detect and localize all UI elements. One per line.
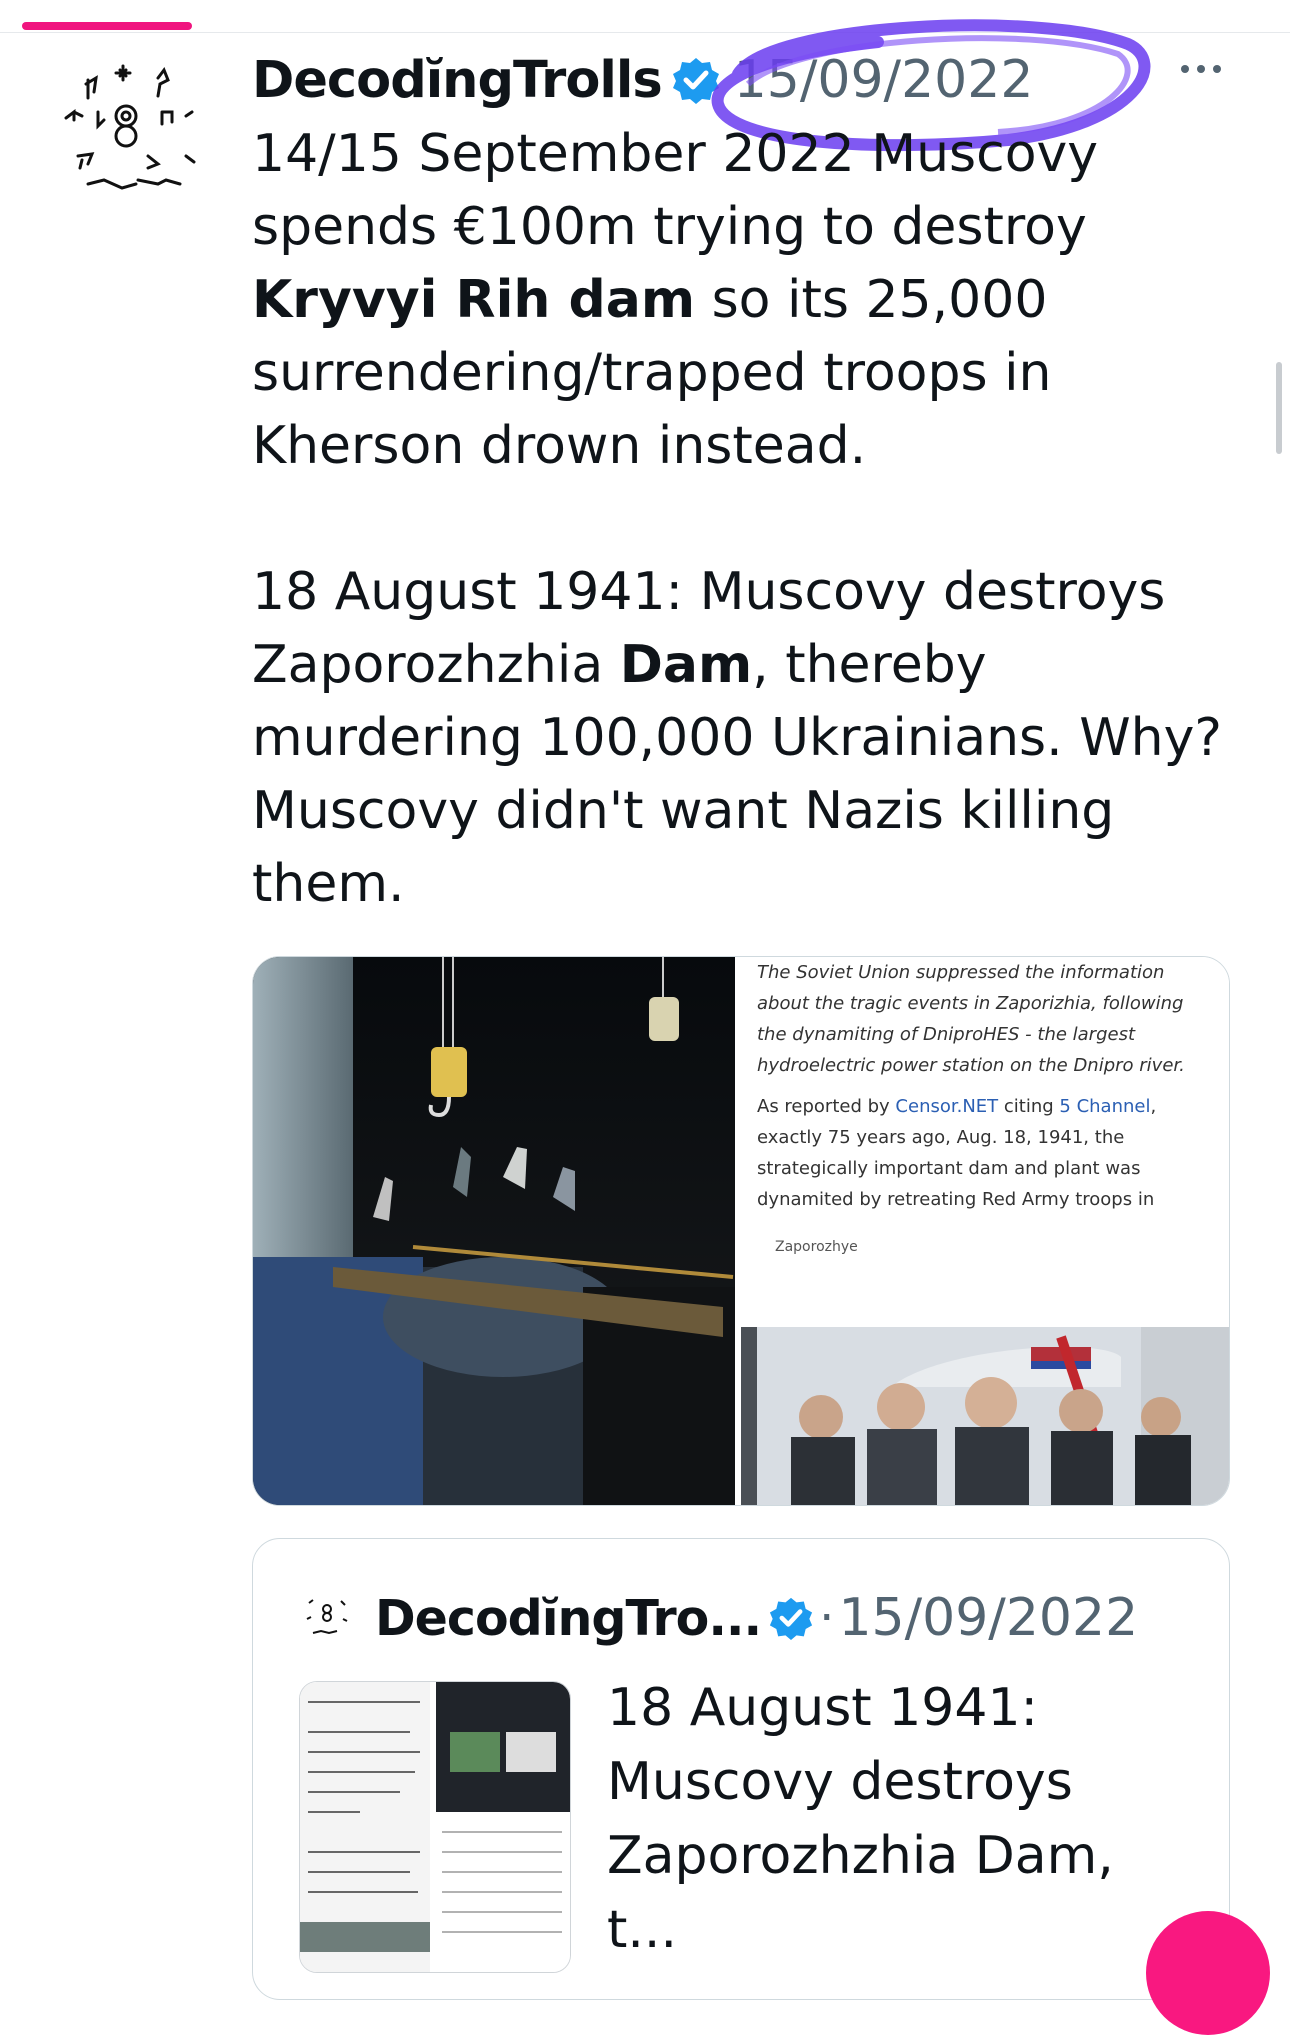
post-date[interactable]: 15/09/2022 xyxy=(734,50,1034,110)
author-name[interactable]: DecodĭngTrolls xyxy=(252,51,663,110)
dam-photo[interactable] xyxy=(253,957,735,1505)
quoted-separator: · xyxy=(819,1590,835,1646)
article-screenshot[interactable]: The Soviet Union suppressed the informat… xyxy=(741,957,1229,1505)
article-lead: As reported by xyxy=(757,1096,896,1117)
quoted-post-card[interactable]: DecodĭngTro... · 15/09/2022 18 August 19… xyxy=(252,1538,1230,2000)
compose-fab-button[interactable] xyxy=(1146,1911,1270,2035)
post-media-grid[interactable]: The Soviet Union suppressed the informat… xyxy=(252,956,1230,1506)
quoted-author-name: DecodĭngTro... xyxy=(375,1589,762,1647)
article-link-censor: Censor.NET xyxy=(895,1096,999,1117)
quoted-author-avatar xyxy=(299,1589,355,1645)
active-tab-indicator xyxy=(22,22,192,30)
scrollbar[interactable] xyxy=(1276,362,1282,454)
officials-photo xyxy=(741,1327,1229,1505)
quoted-verified-badge-icon xyxy=(770,1597,813,1640)
article-mid: citing xyxy=(998,1096,1060,1117)
post-text-bold: Dam xyxy=(619,635,753,695)
article-link-channel: 5 Channel xyxy=(1059,1096,1151,1117)
top-tab-bar xyxy=(0,0,1290,33)
author-avatar[interactable] xyxy=(58,56,228,226)
article-caption: Zaporozhye xyxy=(775,1239,858,1255)
article-paragraph-2: As reported by Censor.NET citing 5 Chann… xyxy=(757,1091,1217,1215)
post-body-text: 14/15 September 2022 Muscovy spends €100… xyxy=(252,118,1262,921)
quoted-post-date: 15/09/2022 xyxy=(838,1588,1139,1648)
post-text-part: 14/15 September 2022 Muscovy spends €100… xyxy=(252,124,1099,257)
article-paragraph-1: The Soviet Union suppressed the informat… xyxy=(757,962,1185,1076)
more-options-icon[interactable] xyxy=(1178,62,1224,76)
verified-badge-icon xyxy=(672,58,719,104)
quoted-post-thumbnail xyxy=(299,1681,571,1973)
post-text-bold: Kryvyi Rih dam xyxy=(252,270,696,330)
quoted-post-text: 18 August 1941: Muscovy destroys Zaporoz… xyxy=(607,1678,1114,1960)
